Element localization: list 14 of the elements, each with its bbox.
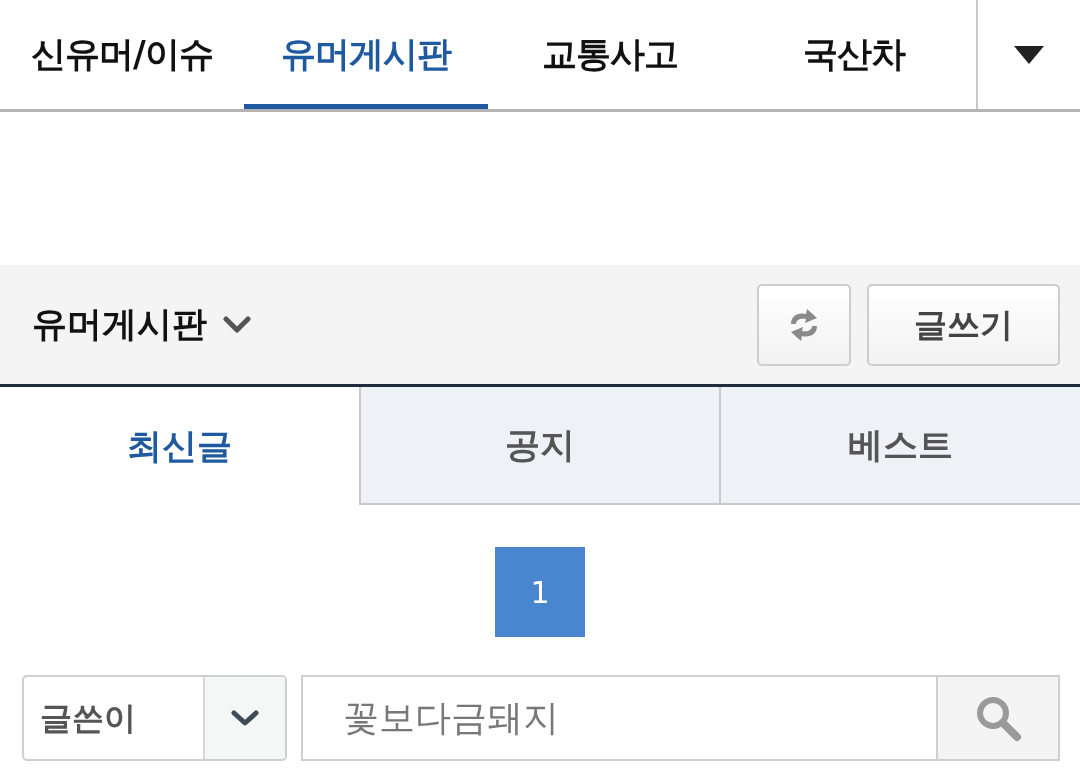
board-title[interactable]: 유머게시판 (32, 298, 207, 351)
chevron-down-icon (230, 709, 260, 727)
refresh-icon (788, 307, 820, 342)
chevron-down-icon (223, 315, 251, 334)
refresh-button[interactable] (757, 283, 851, 366)
list-tab[interactable]: 공지 (358, 387, 720, 505)
list-tab[interactable]: 베스트 (719, 387, 1080, 505)
caret-down-icon (1014, 45, 1044, 64)
page-link[interactable]: 1 (495, 547, 585, 637)
search-input[interactable]: 꽃보다금돼지 (301, 675, 936, 761)
write-button[interactable]: 글쓰기 (867, 283, 1060, 366)
search-icon (974, 694, 1022, 742)
search-button[interactable] (936, 675, 1060, 761)
search-field-select[interactable]: 글쓴이 (22, 675, 287, 761)
